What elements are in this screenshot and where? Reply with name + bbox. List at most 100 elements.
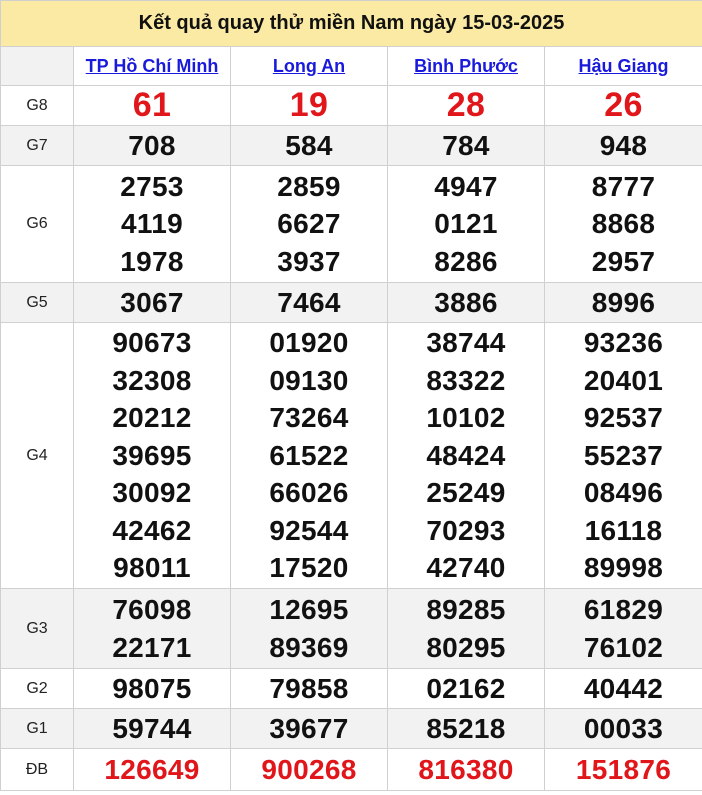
prize-cell: 40442 [543,668,702,709]
prize-number: 01920 [269,327,349,359]
prize-cell: 79858 [230,668,388,709]
prize-cell: 816380 [387,748,545,791]
prize-number: 70293 [426,514,506,546]
prize-cell: 02162 [387,668,545,709]
prize-number: 20401 [583,364,664,396]
prize-cell: 39677 [230,708,388,749]
prize-row-g8: G8 61 19 28 26 [0,85,702,126]
prize-row-g6: G6 2753 4119 1978 2859 6627 3937 4947 0121 8286 87… [0,165,702,283]
prize-number: 38744 [426,327,506,359]
prize-number: 8286 [434,245,498,277]
prize-cell: 76098 22171 [73,588,231,669]
prize-cell: 3067 [73,282,231,323]
prize-label: ĐB [0,748,74,791]
prize-cell: 8777 8868 2957 [543,165,702,283]
prize-cell: 3886 [387,282,545,323]
prize-number: 02162 [426,672,506,704]
province-link-long-an[interactable]: Long An [273,56,345,76]
prize-row-g3: G3 76098 22171 12695 89369 89285 80295 61829 761… [0,588,702,669]
prize-cell: 61829 76102 [543,588,702,669]
prize-number: 10102 [426,402,506,434]
prize-row-g2: G2 98075 79858 02162 40442 [0,668,702,709]
prize-number: 79858 [269,672,349,704]
prize-number: 76102 [583,631,664,663]
province-link-hau-giang[interactable]: Hậu Giang [579,56,669,76]
prize-cell: 126649 [73,748,231,791]
prize-number: 26 [604,86,643,124]
prize-number: 61 [132,86,172,124]
prize-number: 89369 [269,631,349,663]
prize-number: 2753 [120,170,184,202]
results-page: Kết quả quay thử miền Nam ngày 15-03-202… [0,0,702,795]
province-link-binh-phuoc[interactable]: Bình Phước [414,56,518,76]
prize-cell: 900268 [230,748,388,791]
prize-number: 3937 [277,245,341,277]
prize-number: 0121 [434,208,498,240]
prize-number: 900268 [261,753,357,785]
prize-number: 151876 [575,753,672,785]
prize-cell: 784 [387,125,545,166]
prize-number: 8996 [591,286,656,318]
prize-number: 76098 [112,594,192,625]
prize-row-g7: G7 708 584 784 948 [0,125,702,166]
page-title: Kết quả quay thử miền Nam ngày 15-03-202… [0,0,702,47]
province-header: Long An [230,46,388,86]
prize-cell: 584 [230,125,388,166]
prize-number: 98011 [113,552,191,584]
prize-number: 98075 [112,672,192,704]
prize-number: 42740 [426,552,506,584]
prize-label: G8 [0,85,74,126]
prize-cell: 8996 [543,282,702,323]
prize-number: 28 [446,86,486,124]
prize-number: 4119 [121,208,183,240]
prize-label: G2 [0,668,74,709]
province-header: TP Hồ Chí Minh [73,46,231,86]
province-header-row: TP Hồ Chí Minh Long An Bình Phước Hậu Gi… [0,46,702,86]
prize-number: 89998 [583,552,664,584]
prize-number: 25249 [426,477,506,509]
prize-label: G7 [0,125,74,166]
prize-number: 80295 [426,631,506,663]
prize-cell: 2753 4119 1978 [73,165,231,283]
prize-number: 92537 [583,402,664,434]
prize-number: 708 [128,129,176,161]
prize-number: 8868 [591,208,656,240]
prize-number: 126649 [104,753,200,785]
prize-cell: 2859 6627 3937 [230,165,388,283]
prize-number: 2859 [277,170,341,202]
prize-number: 89285 [426,594,506,625]
prize-cell: 89285 80295 [387,588,545,669]
prize-cell: 26 [543,85,702,126]
prize-number: 30092 [112,477,192,509]
prize-number: 32308 [112,364,192,396]
prize-cell: 28 [387,85,545,126]
prize-number: 6627 [277,208,341,240]
prize-number: 40442 [583,672,664,704]
prize-number: 3067 [120,286,184,318]
prize-cell: 7464 [230,282,388,323]
prize-number: 39677 [269,712,349,744]
prize-cell: 948 [543,125,702,166]
province-link-tp-ho-chi-minh[interactable]: TP Hồ Chí Minh [86,56,219,76]
prize-row-db: ĐB 126649 900268 816380 151876 [0,748,702,791]
prize-cell: 708 [73,125,231,166]
prize-number: 83322 [426,364,506,396]
prize-cell: 4947 0121 8286 [387,165,545,283]
header-corner [0,46,74,86]
prize-number: 39695 [112,439,192,471]
prize-number: 948 [599,129,648,161]
results-table: Kết quả quay thử miền Nam ngày 15-03-202… [0,0,702,791]
prize-number: 42462 [112,514,192,546]
prize-number: 7464 [277,286,341,318]
province-header: Hậu Giang [543,46,702,86]
prize-cell: 98075 [73,668,231,709]
prize-cell: 38744 83322 10102 48424 25249 70293 42740 [387,322,545,589]
prize-number: 1978 [120,245,184,277]
prize-number: 73264 [269,402,349,434]
prize-label: G3 [0,588,74,669]
prize-number: 00033 [583,712,664,744]
prize-number: 61522 [269,439,349,471]
prize-number: 22171 [112,631,192,663]
prize-cell: 90673 32308 20212 39695 30092 42462 98011 [73,322,231,589]
prize-number: 59744 [112,712,192,744]
